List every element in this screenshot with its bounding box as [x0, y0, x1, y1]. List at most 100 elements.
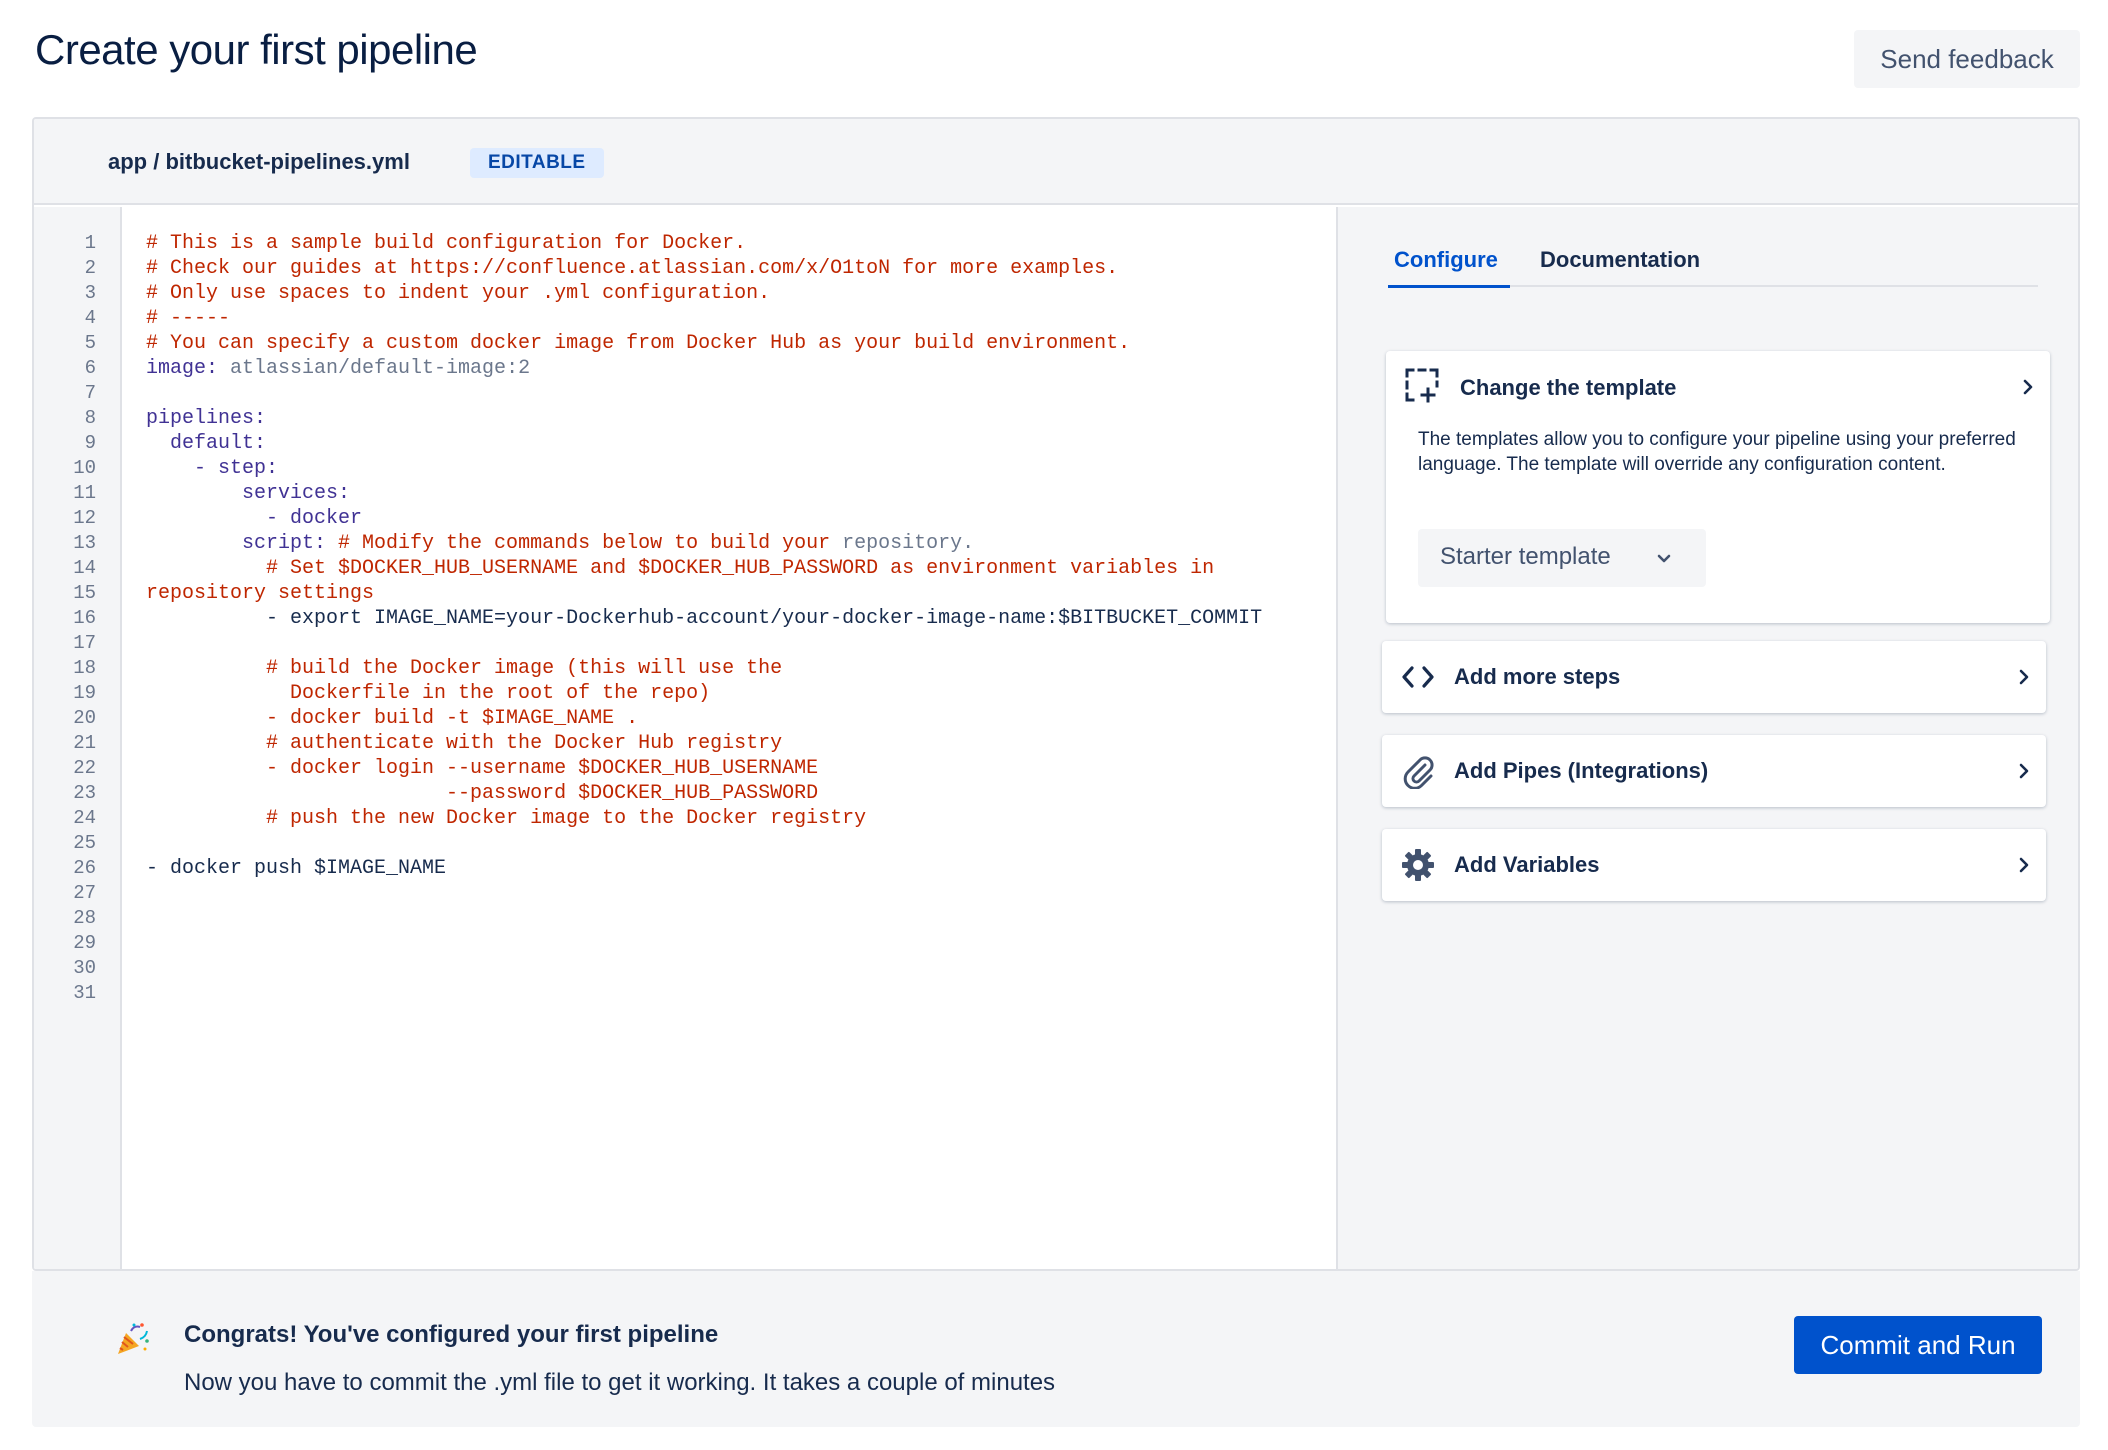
- code-token: # Only use spaces to indent your .yml co…: [146, 282, 771, 305]
- line-number: 9: [84, 432, 96, 454]
- code-token: image:: [146, 357, 219, 380]
- line-number: 25: [73, 832, 96, 854]
- code-token: - docker build -t $IMAGE_NAME .: [146, 707, 639, 730]
- line-number: 7: [84, 382, 96, 404]
- line-number: 28: [73, 907, 96, 929]
- active-tab-indicator: [1388, 285, 1510, 288]
- tab-configure[interactable]: Configure: [1394, 247, 1498, 273]
- line-number: 15: [73, 582, 96, 604]
- code-line: # push the new Docker image to the Docke…: [146, 806, 866, 831]
- code-line: # This is a sample build configuration f…: [146, 231, 746, 256]
- line-number-gutter: 1 2 3 4 5 6 7 8 9 10 11 12 13 14 15 16 17 18 19 20 21 22 23 24 2…: [34, 207, 122, 1269]
- code-line: script: # Modify the commands below to b…: [146, 531, 974, 556]
- pipeline-panel: app / bitbucket-pipelines.yml EDITABLE 1…: [32, 117, 2080, 1271]
- line-number: 2: [84, 257, 96, 279]
- party-popper-icon: [118, 1323, 149, 1354]
- add-variables-title: Add Variables: [1454, 852, 1600, 877]
- code-line: # authenticate with the Docker Hub regis…: [146, 731, 782, 756]
- add-more-steps-title: Add more steps: [1454, 664, 1621, 689]
- line-number: 14: [73, 557, 96, 579]
- template-select[interactable]: Starter template: [1418, 529, 1706, 587]
- code-line: default:: [146, 431, 266, 456]
- code-token: - docker push $IMAGE_NAME: [146, 857, 447, 880]
- line-number: 3: [84, 282, 96, 304]
- code-line: # -----: [146, 306, 230, 331]
- line-number: 20: [73, 707, 96, 729]
- paperclip-icon: [1403, 756, 1434, 789]
- line-number: 30: [73, 957, 96, 979]
- add-variables-card[interactable]: Add Variables: [1382, 829, 2046, 901]
- add-pipes-card[interactable]: Add Pipes (Integrations): [1382, 735, 2046, 807]
- line-number: 26: [73, 857, 96, 879]
- gear-icon: [1402, 849, 1434, 881]
- code-line: Dockerfile in the root of the repo): [146, 681, 710, 706]
- code-token: # push the new Docker image to the Docke…: [146, 807, 867, 830]
- code-line: - step:: [146, 456, 278, 481]
- line-number: 19: [73, 682, 96, 704]
- code-line: - docker build -t $IMAGE_NAME .: [146, 706, 638, 731]
- chevron-down-icon: [1657, 554, 1671, 563]
- change-template-card[interactable]: Change the template The templates allow …: [1386, 351, 2050, 623]
- code-line: # build the Docker image (this will use …: [146, 656, 782, 681]
- line-number: 24: [73, 807, 96, 829]
- file-header: app / bitbucket-pipelines.yml EDITABLE: [34, 119, 2078, 205]
- code-token: - docker login --username $DOCKER_HUB_US…: [146, 757, 819, 780]
- code-line: - docker push $IMAGE_NAME: [146, 856, 446, 881]
- code-token: repository.: [830, 532, 975, 555]
- sidebar-tabs: Configure Documentation: [1388, 241, 2038, 288]
- code-token: # Check our guides at https://confluence…: [146, 257, 1119, 280]
- line-number: 16: [73, 607, 96, 629]
- line-number: 13: [73, 532, 96, 554]
- code-token: --password $DOCKER_HUB_PASSWORD: [146, 782, 819, 805]
- code-line: - export IMAGE_NAME=your-Dockerhub-accou…: [146, 606, 1262, 631]
- code-token: # -----: [146, 307, 231, 330]
- code-line: # Set $DOCKER_HUB_USERNAME and $DOCKER_H…: [146, 556, 1214, 581]
- code-line: repository settings: [146, 581, 374, 606]
- code-token: script:: [146, 532, 327, 555]
- line-number: 18: [73, 657, 96, 679]
- line-number: 23: [73, 782, 96, 804]
- code-line: # Only use spaces to indent your .yml co…: [146, 281, 770, 306]
- code-token: # Modify the commands below to build you…: [326, 532, 831, 555]
- page-title: Create your first pipeline: [35, 26, 478, 73]
- chevron-right-icon: [2019, 763, 2029, 779]
- code-token: # This is a sample build configuration f…: [146, 232, 747, 255]
- template-select-value: Starter template: [1440, 543, 1611, 570]
- add-template-icon: [1405, 368, 1439, 403]
- editable-badge: EDITABLE: [470, 148, 604, 178]
- code-token: - docker: [146, 507, 363, 530]
- code-token: - export IMAGE_NAME=your-Dockerhub-accou…: [146, 607, 1263, 630]
- line-number: 21: [73, 732, 96, 754]
- congrats-subtitle: Now you have to commit the .yml file to …: [184, 1369, 1056, 1396]
- tab-documentation[interactable]: Documentation: [1540, 247, 1700, 273]
- line-number: 5: [84, 332, 96, 354]
- chevron-right-icon: [2023, 379, 2033, 395]
- code-token: pipelines:: [146, 407, 267, 430]
- line-number: 8: [84, 407, 96, 429]
- code-token: # Set $DOCKER_HUB_USERNAME and $DOCKER_H…: [146, 557, 1215, 580]
- code-line: - docker: [146, 506, 362, 531]
- chevron-right-icon: [2019, 857, 2029, 873]
- line-number: 4: [84, 307, 96, 329]
- code-token: # build the Docker image (this will use …: [146, 657, 783, 680]
- code-editor[interactable]: 1 2 3 4 5 6 7 8 9 10 11 12 13 14 15 16 17 18 19 20 21 22 23 24 2…: [34, 207, 1336, 1269]
- line-number: 31: [73, 982, 96, 1004]
- line-number: 29: [73, 932, 96, 954]
- code-line: - docker login --username $DOCKER_HUB_US…: [146, 756, 818, 781]
- code-token: default:: [146, 432, 267, 455]
- line-number: 22: [73, 757, 96, 779]
- code-token: atlassian/default-image:2: [218, 357, 531, 380]
- code-line: pipelines:: [146, 406, 266, 431]
- commit-and-run-button[interactable]: Commit and Run: [1794, 1316, 2042, 1374]
- code-icon: [1402, 666, 1434, 688]
- line-number: 11: [73, 482, 96, 504]
- add-more-steps-card[interactable]: Add more steps: [1382, 641, 2046, 713]
- code-token: Dockerfile in the root of the repo): [146, 682, 711, 705]
- add-pipes-title: Add Pipes (Integrations): [1454, 758, 1709, 783]
- code-line: # You can specify a custom docker image …: [146, 331, 1130, 356]
- line-number: 10: [73, 457, 96, 479]
- send-feedback-button[interactable]: Send feedback: [1854, 30, 2080, 88]
- chevron-right-icon: [2019, 669, 2029, 685]
- congrats-title: Congrats! You've configured your first p…: [184, 1321, 719, 1348]
- line-number: 17: [73, 632, 96, 654]
